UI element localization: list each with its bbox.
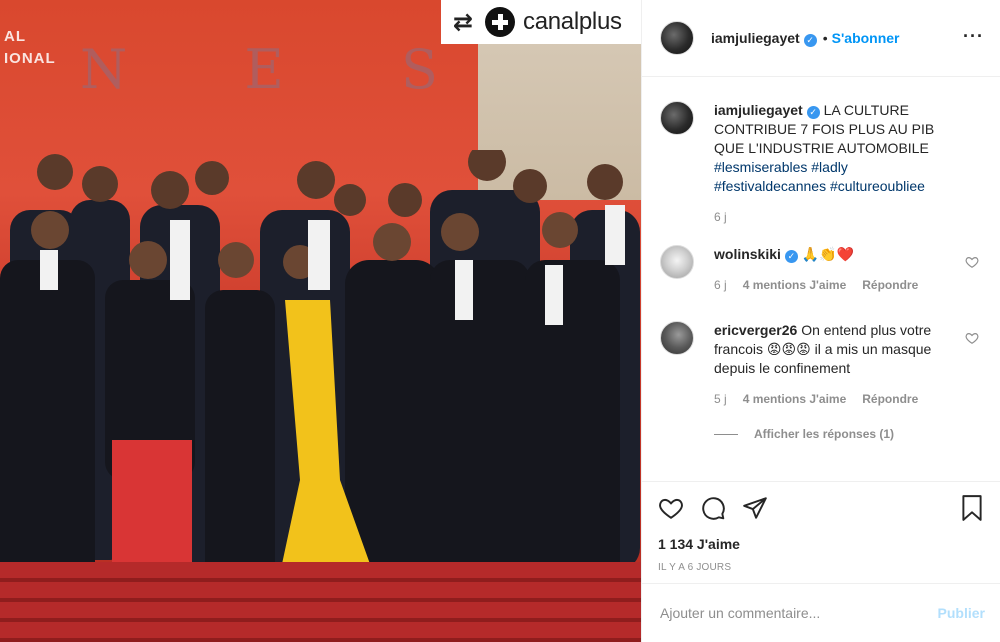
canalplus-plus-icon <box>485 7 515 37</box>
view-replies-label[interactable]: Afficher les réponses (1) <box>754 427 894 441</box>
festival-banner-side-text: AL IONAL <box>4 28 56 67</box>
follow-button[interactable]: S'abonner <box>832 30 900 46</box>
hashtag-link[interactable]: #ladly <box>811 159 848 175</box>
post-photo[interactable]: AL IONAL N E S ⇄ canalplus <box>0 0 641 642</box>
hashtag-link[interactable]: #lesmiserables <box>714 159 807 175</box>
red-carpet-stairs <box>0 562 641 642</box>
comment-likes[interactable]: 4 mentions J'aime <box>743 276 847 295</box>
likes-count[interactable]: 1 134 J'aime <box>658 536 985 552</box>
caption-author-avatar[interactable] <box>660 101 694 135</box>
comments-list[interactable]: iamjuliegayet ✓ LA CULTURE CONTRIBUE 7 FO… <box>642 77 1000 481</box>
more-horizontal-icon[interactable]: ··· <box>963 26 984 47</box>
comment-text: 🙏👏❤️ <box>801 246 855 262</box>
comment-likes[interactable]: 4 mentions J'aime <box>743 390 847 409</box>
watermark-text: canalplus <box>523 8 622 35</box>
heart-icon[interactable] <box>658 495 684 521</box>
comment-meta: 6 j 4 mentions J'aime Répondre <box>714 276 964 295</box>
action-icons-row <box>658 494 985 522</box>
commenter-username[interactable]: ericverger26 <box>714 322 797 338</box>
commenter-avatar[interactable] <box>660 321 694 355</box>
comment-like-heart-icon[interactable] <box>965 331 979 345</box>
hashtag-link[interactable]: #cultureoubliee <box>830 178 925 194</box>
festival-banner-letters: N E S <box>80 38 440 101</box>
author-username-text[interactable]: iamjuliegayet <box>711 30 800 46</box>
comment-time[interactable]: 6 j <box>714 276 727 295</box>
caption-username[interactable]: iamjuliegayet <box>714 102 803 118</box>
comment-item: ericverger26 On entend plus votre franco… <box>660 321 983 409</box>
hashtag-link[interactable]: #festivaldecannes <box>714 178 826 194</box>
replies-divider-line <box>714 433 738 435</box>
bookmark-icon[interactable] <box>959 494 985 522</box>
commenter-avatar[interactable] <box>660 245 694 279</box>
verified-badge-icon: ✓ <box>806 106 820 119</box>
verified-badge-icon: ✓ <box>784 250 798 263</box>
comment-input[interactable] <box>660 605 938 621</box>
reply-button[interactable]: Répondre <box>862 390 918 409</box>
comment-time[interactable]: 5 j <box>714 390 727 409</box>
caption-time[interactable]: 6 j <box>714 208 727 227</box>
red-carpet-group-figures <box>0 150 640 620</box>
header-separator: • <box>822 30 828 46</box>
publish-button[interactable]: Publier <box>938 605 985 621</box>
comment-icon[interactable] <box>700 495 726 521</box>
post-caption: iamjuliegayet ✓ LA CULTURE CONTRIBUE 7 FO… <box>660 101 983 227</box>
comment-item: wolinskiki ✓ 🙏👏❤️ 6 j 4 mentions J'aime R… <box>660 245 983 295</box>
view-replies-button[interactable]: Afficher les réponses (1) <box>714 427 983 441</box>
post-actions: 1 134 J'aime IL Y A 6 JOURS <box>642 481 1000 583</box>
post-time-ago[interactable]: IL Y A 6 JOURS <box>658 562 985 573</box>
add-comment-bar: Publier <box>642 583 1000 642</box>
canalplus-watermark: ⇄ canalplus <box>441 0 641 44</box>
caption-meta: 6 j <box>714 208 964 227</box>
banner-letter: N <box>80 38 130 101</box>
author-avatar[interactable] <box>660 21 694 55</box>
commenter-username[interactable]: wolinskiki <box>714 246 781 262</box>
author-username[interactable]: iamjuliegayet ✓ <box>711 30 817 47</box>
comment-meta: 5 j 4 mentions J'aime Répondre <box>714 390 964 409</box>
post-side-panel: iamjuliegayet ✓ • S'abonner ··· iamjulieg… <box>641 0 1000 642</box>
comment-like-heart-icon[interactable] <box>965 255 979 269</box>
banner-letter: S <box>400 38 440 101</box>
banner-letter: E <box>244 38 286 101</box>
post-header: iamjuliegayet ✓ • S'abonner ··· <box>642 0 1000 77</box>
verified-badge-icon: ✓ <box>803 33 817 47</box>
reply-button[interactable]: Répondre <box>862 276 918 295</box>
share-icon[interactable] <box>742 495 768 521</box>
repost-icon: ⇄ <box>452 8 474 36</box>
